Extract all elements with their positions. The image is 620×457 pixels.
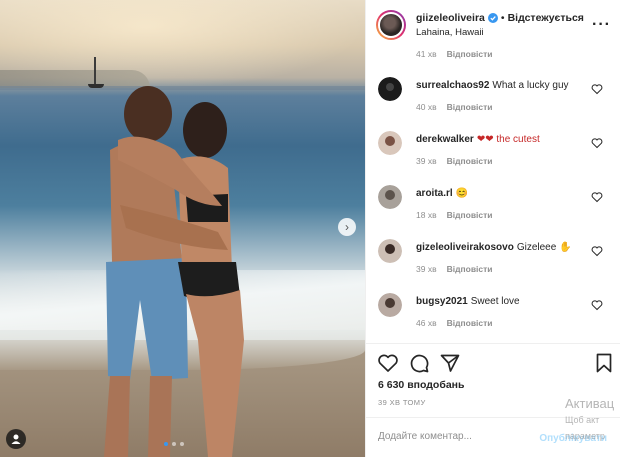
follow-button[interactable]: Відстежується xyxy=(508,12,584,24)
comments-list[interactable]: 41 хв Відповісти surrealchaos92 What a luc… xyxy=(366,50,620,340)
carousel-indicator xyxy=(164,442,184,446)
comment-item: derekwalker ❤❤ the cutest 39 хв Відповісти xyxy=(366,131,620,185)
carousel-dot-1 xyxy=(164,442,168,446)
comment-item: gizeleoliveirakosovo Gizeleee ✋ 39 хв Відп… xyxy=(366,239,620,293)
comment-username[interactable]: derekwalker xyxy=(416,134,474,145)
like-comment-heart-icon[interactable] xyxy=(591,137,603,149)
chevron-right-icon: › xyxy=(345,220,349,234)
carousel-dot-3 xyxy=(180,442,184,446)
separator-dot: • xyxy=(500,12,505,24)
comment-text: ❤❤ the cutest xyxy=(476,134,540,145)
commenter-avatar[interactable] xyxy=(378,131,402,155)
previous-comment-meta: 41 хв Відповісти xyxy=(416,50,493,59)
like-comment-heart-icon[interactable] xyxy=(591,191,603,203)
comment-time: 40 хв xyxy=(416,102,437,112)
share-icon[interactable] xyxy=(439,352,461,374)
post-header: giizeleoliveira • Відстежується Lahaina,… xyxy=(366,0,620,50)
comment-item: aroita.rl 😊 18 хв Відповісти xyxy=(366,185,620,239)
author-username[interactable]: giizeleoliveira xyxy=(416,12,485,24)
reply-button[interactable]: Відповісти xyxy=(447,50,493,59)
post-location[interactable]: Lahaina, Hawaii xyxy=(416,27,584,38)
reply-button[interactable]: Відповісти xyxy=(447,156,493,166)
comment-text: Gizeleee ✋ xyxy=(516,242,572,253)
comment-username[interactable]: surrealchaos92 xyxy=(416,80,489,91)
comment-username[interactable]: gizeleoliveirakosovo xyxy=(416,242,514,253)
author-avatar[interactable] xyxy=(376,10,406,40)
comment-time: 39 хв xyxy=(416,264,437,274)
comment-time: 41 хв xyxy=(416,50,437,59)
windows-activation-watermark: Активац Щоб акт параметр xyxy=(565,396,614,444)
comment-time: 39 хв xyxy=(416,156,437,166)
more-options-icon[interactable]: ··· xyxy=(592,16,611,34)
comment-icon[interactable] xyxy=(408,352,430,374)
reply-button[interactable]: Відповісти xyxy=(447,102,493,112)
reply-button[interactable]: Відповісти xyxy=(447,210,493,220)
carousel-dot-2 xyxy=(172,442,176,446)
like-comment-heart-icon[interactable] xyxy=(591,245,603,257)
post-actions xyxy=(366,343,620,373)
user-icon xyxy=(11,434,21,444)
commenter-avatar[interactable] xyxy=(378,293,402,317)
reply-button[interactable]: Відповісти xyxy=(447,264,493,274)
commenter-avatar[interactable] xyxy=(378,239,402,263)
next-image-button[interactable]: › xyxy=(338,218,356,236)
post-sidebar: giizeleoliveira • Відстежується Lahaina,… xyxy=(365,0,620,457)
commenter-avatar[interactable] xyxy=(378,185,402,209)
comment-item: bugsy2021 Sweet love 46 хв Відповісти xyxy=(366,293,620,340)
reply-button[interactable]: Відповісти xyxy=(447,318,493,328)
comment-text: Sweet love xyxy=(470,296,520,307)
comment-text: What a lucky guy xyxy=(492,80,569,91)
tagged-users-button[interactable] xyxy=(6,429,26,449)
heart-icon[interactable] xyxy=(377,352,399,374)
comment-time: 18 хв xyxy=(416,210,437,220)
comment-username[interactable]: aroita.rl xyxy=(416,188,453,199)
like-comment-heart-icon[interactable] xyxy=(591,83,603,95)
likes-count[interactable]: 6 630 вподобань xyxy=(378,379,464,391)
comment-username[interactable]: bugsy2021 xyxy=(416,296,468,307)
couple-illustration xyxy=(104,86,244,457)
verified-badge-icon xyxy=(487,13,498,23)
post-time[interactable]: 39 ХВ ТОМУ xyxy=(378,398,426,407)
comment-input[interactable] xyxy=(378,431,548,442)
watermark-line-2: Щоб акт xyxy=(565,415,600,425)
comment-item: surrealchaos92 What a lucky guy 40 хв Відп… xyxy=(366,77,620,131)
commenter-avatar[interactable] xyxy=(378,77,402,101)
comment-time: 46 хв xyxy=(416,318,437,328)
post-photo[interactable]: › xyxy=(0,0,365,457)
comment-text: 😊 xyxy=(455,188,469,199)
watermark-line-1: Активац xyxy=(565,396,615,411)
bookmark-icon[interactable] xyxy=(593,352,615,374)
like-comment-heart-icon[interactable] xyxy=(591,299,603,311)
watermark-line-3: параметр xyxy=(565,431,605,441)
